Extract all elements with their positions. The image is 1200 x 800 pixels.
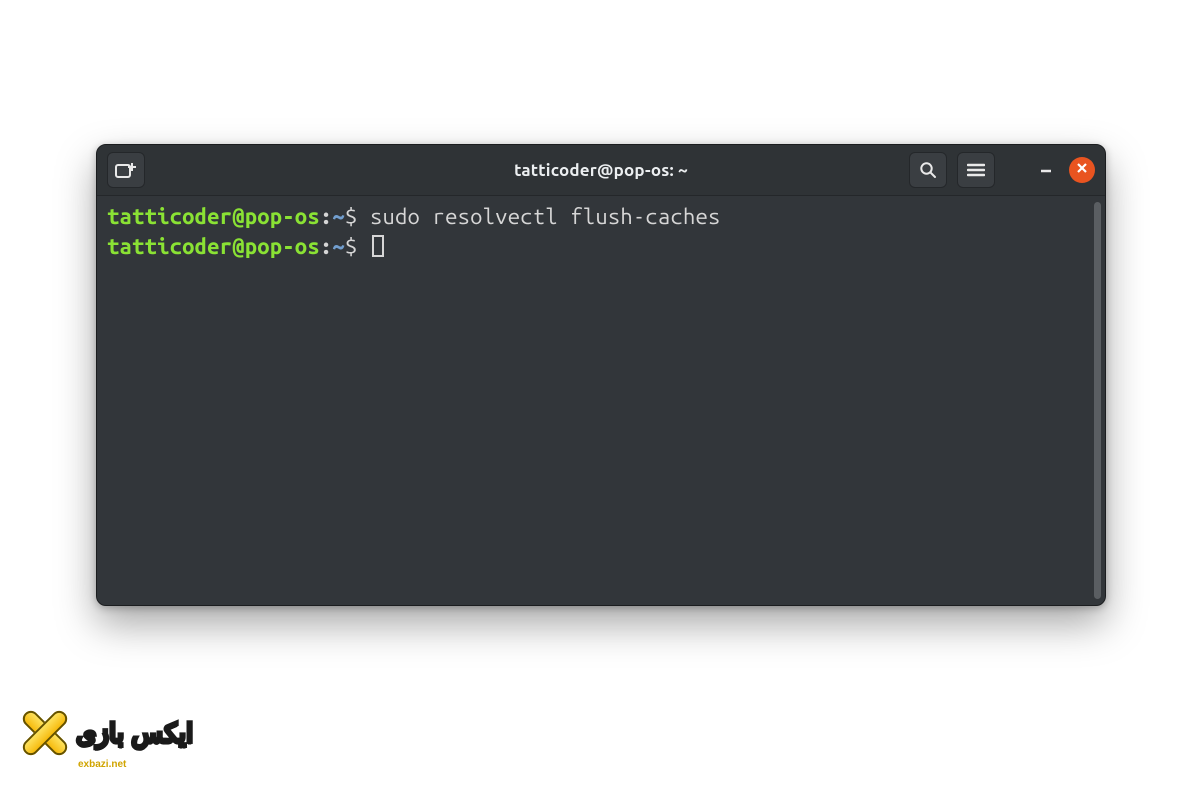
terminal-line: tatticoder@pop-os:~$ sudo resolvectl flu… [107,204,721,229]
terminal-line: tatticoder@pop-os:~$ [107,234,384,259]
prompt-symbol: $ [345,204,358,229]
menu-button[interactable] [957,152,995,188]
terminal-window: tatticoder@pop-os: ~ [96,144,1106,606]
command-text: sudo resolvectl flush-caches [370,204,721,229]
close-icon [1075,161,1089,179]
prompt-symbol: $ [345,234,358,259]
cursor [372,235,384,257]
prompt-user-host: tatticoder@pop-os [107,204,320,229]
prompt-separator: : [320,234,333,259]
watermark-subtext: exbazi.net [78,759,126,770]
terminal-body[interactable]: tatticoder@pop-os:~$ sudo resolvectl flu… [97,196,1105,605]
close-button[interactable] [1069,157,1095,183]
terminal-output: tatticoder@pop-os:~$ sudo resolvectl flu… [97,196,1105,272]
prompt-user-host: tatticoder@pop-os [107,234,320,259]
minimize-button[interactable] [1033,157,1059,183]
minimize-icon [1038,160,1054,180]
titlebar: tatticoder@pop-os: ~ [97,145,1105,196]
hamburger-menu-icon [967,163,985,177]
watermark-logo-icon [18,706,72,760]
watermark: ایکس بازی exbazi.net [18,706,193,760]
watermark-text: ایکس بازی [76,718,193,749]
prompt-separator: : [320,204,333,229]
prompt-path: ~ [332,234,345,259]
new-tab-icon [115,161,137,179]
search-icon [919,161,937,179]
search-button[interactable] [909,152,947,188]
scrollbar[interactable] [1094,202,1101,599]
new-tab-button[interactable] [107,152,145,188]
prompt-path: ~ [332,204,345,229]
